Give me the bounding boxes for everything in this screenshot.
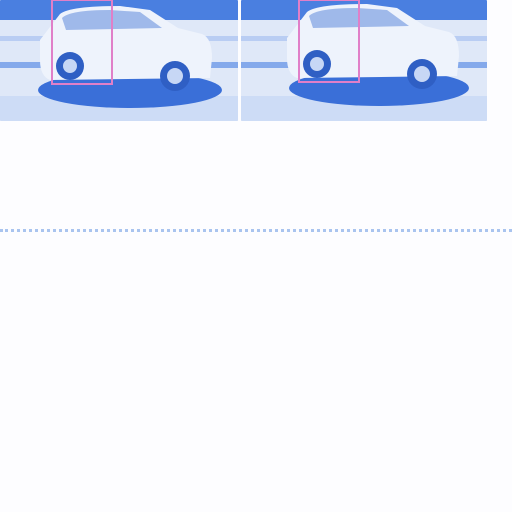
car-image-left xyxy=(0,0,238,121)
dotted-divider xyxy=(0,229,512,232)
car-photo-left xyxy=(0,0,238,121)
car-image-right xyxy=(241,0,487,121)
car-photo-right xyxy=(241,0,487,121)
